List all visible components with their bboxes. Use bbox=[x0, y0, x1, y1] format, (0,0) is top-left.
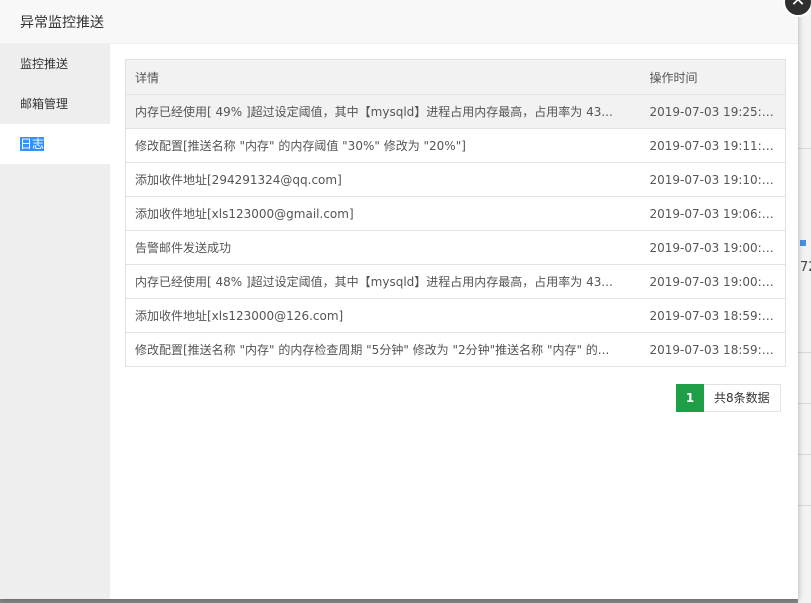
log-panel: 详情 操作时间 内存已经使用[ 49% ]超过设定阈值，其中【mysqld】进程… bbox=[125, 59, 786, 367]
log-time-cell: 2019-07-03 19:06:03 bbox=[640, 196, 786, 231]
log-time-cell: 2019-07-03 19:10:34 bbox=[640, 162, 786, 197]
sidebar-item-label: 邮箱管理 bbox=[20, 97, 69, 111]
table-row[interactable]: 修改配置[推送名称 "内存" 的内存阈值 "30%" 修改为 "20%"] 20… bbox=[125, 128, 786, 163]
table-row[interactable]: 添加收件地址[xls123000@126.com] 2019-07-03 18:… bbox=[125, 298, 786, 333]
background-divider bbox=[798, 505, 811, 506]
table-row[interactable]: 内存已经使用[ 49% ]超过设定阈值，其中【mysqld】进程占用内存最高，占… bbox=[125, 94, 786, 129]
log-time-cell: 2019-07-03 19:11:54 bbox=[640, 128, 786, 163]
background-divider bbox=[798, 403, 811, 404]
log-detail-cell: 内存已经使用[ 48% ]超过设定阈值，其中【mysqld】进程占用内存最高，占… bbox=[125, 264, 641, 299]
log-detail-cell: 修改配置[推送名称 "内存" 的内存阈值 "30%" 修改为 "20%"] bbox=[125, 128, 641, 163]
table-row[interactable]: 添加收件地址[xls123000@gmail.com] 2019-07-03 1… bbox=[125, 196, 786, 231]
log-detail-cell: 添加收件地址[294291324@qq.com] bbox=[125, 162, 641, 197]
sidebar-item-email-management[interactable]: 邮箱管理 bbox=[0, 84, 110, 124]
dialog-sidebar: 监控推送 邮箱管理 日志 bbox=[0, 44, 110, 599]
background-divider bbox=[798, 148, 811, 149]
table-row[interactable]: 内存已经使用[ 48% ]超过设定阈值，其中【mysqld】进程占用内存最高，占… bbox=[125, 264, 786, 299]
log-time-cell: 2019-07-03 19:00:40 bbox=[640, 230, 786, 265]
sidebar-item-label: 监控推送 bbox=[20, 57, 69, 71]
log-table: 详情 操作时间 内存已经使用[ 49% ]超过设定阈值，其中【mysqld】进程… bbox=[125, 59, 786, 367]
log-detail-cell: 修改配置[推送名称 "内存" 的内存检查周期 "5分钟" 修改为 "2分钟"推送… bbox=[125, 332, 641, 367]
log-detail-cell: 添加收件地址[xls123000@126.com] bbox=[125, 298, 641, 333]
log-time-cell: 2019-07-03 18:59:36 bbox=[640, 332, 786, 367]
table-header-row: 详情 操作时间 bbox=[125, 59, 786, 95]
log-time-cell: 2019-07-03 19:00:40 bbox=[640, 264, 786, 299]
page-1-button[interactable]: 1 bbox=[676, 384, 704, 412]
table-row[interactable]: 修改配置[推送名称 "内存" 的内存检查周期 "5分钟" 修改为 "2分钟"推送… bbox=[125, 332, 786, 367]
log-time-cell: 2019-07-03 18:59:51 bbox=[640, 298, 786, 333]
table-row[interactable]: 添加收件地址[294291324@qq.com] 2019-07-03 19:1… bbox=[125, 162, 786, 197]
background-partial-text: 72 bbox=[800, 260, 811, 275]
log-time-cell: 2019-07-03 19:25:08 bbox=[640, 94, 786, 129]
dialog-title: 异常监控推送 bbox=[0, 0, 798, 44]
background-divider bbox=[798, 454, 811, 455]
background-page bbox=[798, 0, 811, 603]
sidebar-item-monitor-push[interactable]: 监控推送 bbox=[0, 44, 110, 84]
log-detail-cell: 添加收件地址[xls123000@gmail.com] bbox=[125, 196, 641, 231]
log-detail-cell: 告警邮件发送成功 bbox=[125, 230, 641, 265]
log-detail-cell: 内存已经使用[ 49% ]超过设定阈值，其中【mysqld】进程占用内存最高，占… bbox=[125, 94, 641, 129]
close-icon: ✕ bbox=[790, 0, 806, 11]
table-row[interactable]: 告警邮件发送成功 2019-07-03 19:00:40 bbox=[125, 230, 786, 265]
background-marker bbox=[800, 240, 806, 246]
alert-push-dialog: 异常监控推送 监控推送 邮箱管理 日志 详情 操作时间 内存已经使用[ 49% … bbox=[0, 0, 798, 599]
sidebar-item-label: 日志 bbox=[20, 137, 45, 151]
column-header-detail: 详情 bbox=[125, 59, 641, 95]
column-header-time: 操作时间 bbox=[640, 59, 786, 95]
pagination: 1 共8条数据 bbox=[676, 384, 781, 412]
total-count-label: 共8条数据 bbox=[704, 384, 781, 412]
background-divider bbox=[798, 352, 811, 353]
sidebar-item-logs[interactable]: 日志 bbox=[0, 124, 110, 164]
